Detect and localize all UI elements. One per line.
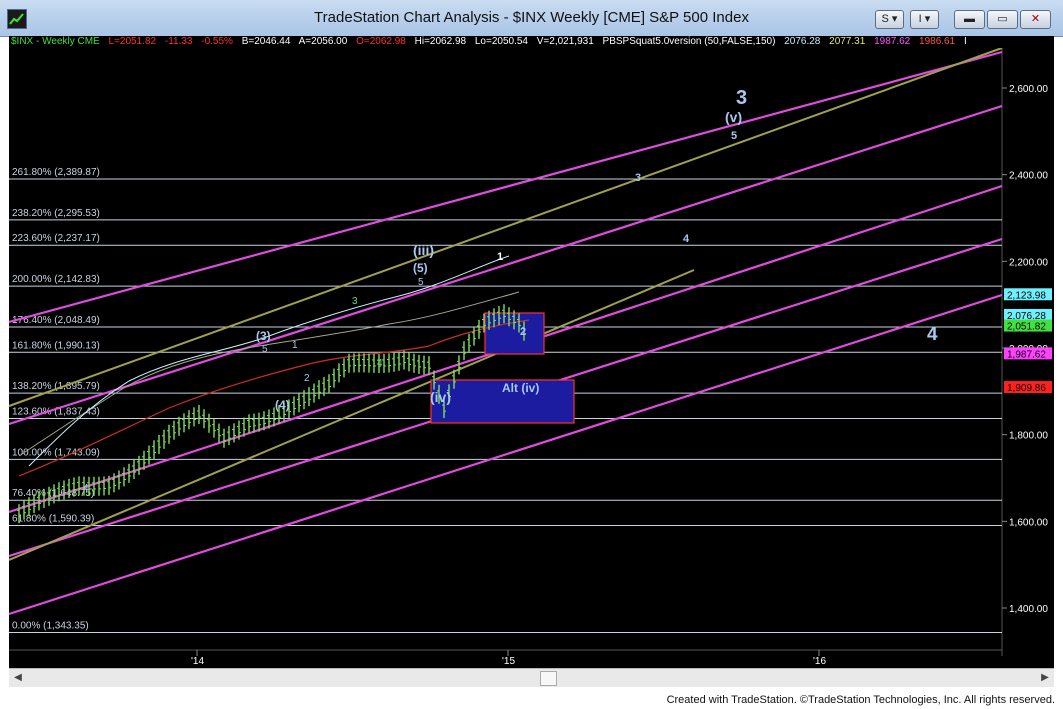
wave-label-5c: 5 — [262, 344, 268, 355]
price-chart[interactable]: 261.80% (2,389.87) 238.20% (2,295.53) 223.… — [9, 36, 1054, 668]
symbol-label: $INX - Weekly CME — [11, 36, 100, 47]
wave-label-paren-4: (4) — [275, 398, 290, 412]
price-badge-label-0: 2,123.98 — [1007, 290, 1046, 301]
ask: A=2056.00 — [298, 36, 348, 47]
minimize-button[interactable]: ▬ — [954, 10, 985, 29]
price-badge-label-4: 1,909.86 — [1007, 383, 1046, 394]
wave-label-v: (v) — [725, 109, 742, 125]
study-value-2: 2077.31 — [829, 36, 866, 47]
wave-label-small-5: 5 — [418, 277, 424, 288]
x-tick-label-1: '15 — [502, 656, 515, 667]
last-price: L=2051.82 — [108, 36, 157, 47]
close-button[interactable]: ✕ — [1020, 10, 1051, 29]
open: O=2062.98 — [356, 36, 406, 47]
fib-label-3: 200.00% (2,142.83) — [12, 274, 100, 285]
wave-label-2c: 2 — [304, 373, 310, 384]
wave-label-paren-5: (5) — [413, 261, 428, 275]
study-name: PBSPSquat5.0version (50,FALSE,150) — [602, 36, 776, 47]
wave-label-green-3: 3 — [352, 296, 358, 307]
high: Hi=2062.98 — [414, 36, 467, 47]
bid: B=2046.44 — [241, 36, 291, 47]
price-badge-label-2: 2,051.82 — [1007, 322, 1046, 333]
fib-label-2: 223.60% (2,237.17) — [12, 233, 100, 244]
symbol-info-bar: $INX - Weekly CME L=2051.82 -11.33 -0.55… — [9, 36, 1054, 48]
volume: V=2,021,931 — [536, 36, 594, 47]
title-bar: TradeStation Chart Analysis - $INX Weekl… — [0, 0, 1063, 37]
s-button-label: S — [881, 13, 889, 25]
scroll-left-icon[interactable]: ◀ — [11, 671, 25, 684]
wave-label-2-box: 2 — [520, 326, 526, 338]
study-value-4: 1986.61 — [919, 36, 956, 47]
fib-label-1: 238.20% (2,295.53) — [12, 208, 100, 219]
wave-label-big-4: 4 — [927, 324, 938, 345]
chart-area[interactable]: 261.80% (2,389.87) 238.20% (2,295.53) 223.… — [9, 36, 1054, 687]
y-tick-label-6: 1,400.00 — [1009, 604, 1048, 615]
y-tick-label-0: 2,600.00 — [1009, 84, 1048, 95]
fib-label-6: 138.20% (1,895.79) — [12, 381, 100, 392]
i-button[interactable]: I ▾ — [910, 10, 939, 29]
wave-label-4c: 4 — [83, 483, 89, 494]
fib-label-11: 0.00% (1,343.35) — [12, 621, 89, 632]
wave-label-paren-3: (3) — [256, 329, 271, 343]
wave-label-green-4: 4 — [377, 358, 383, 369]
wave-label-iv: (iv) — [430, 389, 451, 405]
horizontal-scrollbar[interactable]: ◀ ▶ — [9, 668, 1054, 687]
scroll-right-icon[interactable]: ▶ — [1038, 671, 1052, 684]
change-pct: -0.55% — [201, 36, 233, 47]
y-tick-label-2: 2,200.00 — [1009, 257, 1048, 268]
x-tick-label-0: '14 — [191, 656, 204, 667]
x-tick-label-2: '16 — [813, 656, 826, 667]
wave-label-3b: 3 — [635, 172, 641, 184]
wave-label-big-3: 3 — [736, 87, 747, 109]
wave-label-5: 5 — [731, 130, 737, 142]
i-button-label: I — [918, 13, 922, 25]
footer-copyright: Created with TradeStation. ©TradeStation… — [666, 694, 1055, 706]
price-badges: 2,123.982,076.282,051.821,987.621,909.86 — [1004, 288, 1052, 394]
fib-label-5: 161.80% (1,990.13) — [12, 340, 100, 351]
scroll-thumb[interactable] — [540, 671, 557, 686]
wave-label-alt-iv: Alt (iv) — [502, 381, 539, 395]
maximize-button[interactable]: ▭ — [987, 10, 1018, 29]
s-button[interactable]: S ▾ — [875, 10, 904, 29]
wave-label-4b: 4 — [683, 233, 690, 245]
study-value-1: 2076.28 — [784, 36, 821, 47]
study-value-3: 1987.62 — [874, 36, 911, 47]
wave-label-iii: (iii) — [413, 242, 434, 258]
change: -11.33 — [164, 36, 193, 47]
price-badge-label-3: 1,987.62 — [1007, 349, 1046, 360]
wave-label-1c: 1 — [292, 340, 298, 351]
y-tick-label-4: 1,800.00 — [1009, 431, 1048, 442]
fib-label-8: 100.00% (1,743.09) — [12, 447, 100, 458]
low: Lo=2050.54 — [474, 36, 528, 47]
info-separator: I — [963, 36, 967, 47]
fib-label-0: 261.80% (2,389.87) — [12, 167, 100, 178]
y-tick-label-5: 1,600.00 — [1009, 517, 1048, 528]
y-tick-label-1: 2,400.00 — [1009, 171, 1048, 182]
wave-label-1: 1 — [497, 251, 503, 263]
